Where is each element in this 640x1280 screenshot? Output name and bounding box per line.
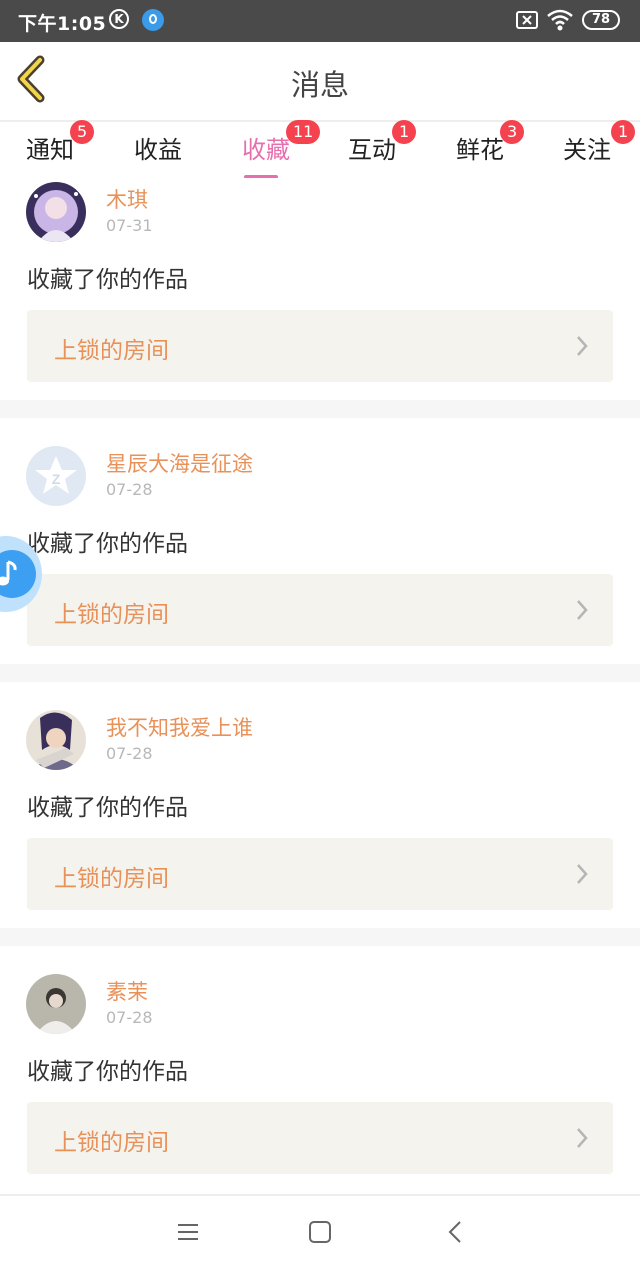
message-text: 收藏了你的作品 bbox=[27, 795, 188, 821]
tab-badge: 1 bbox=[392, 120, 417, 144]
user-name[interactable]: 木琪 bbox=[106, 184, 148, 214]
tab-interactions[interactable]: 互动 1 bbox=[348, 120, 417, 165]
tab-badge: 3 bbox=[500, 120, 525, 144]
tab-label: 鲜花 bbox=[456, 136, 504, 164]
message-item: 我不知我爱上谁 07-28 收藏了你的作品 上锁的房间 bbox=[0, 706, 640, 928]
tab-flowers[interactable]: 鲜花 3 bbox=[456, 120, 525, 165]
tab-bar: 通知 5 收益 收藏 11 互动 1 鲜花 3 关注 1 bbox=[0, 120, 640, 179]
menu-button[interactable] bbox=[176, 1220, 200, 1248]
menu-icon bbox=[178, 1224, 198, 1240]
work-link-card[interactable]: 上锁的房间 bbox=[27, 574, 613, 646]
message-item: 素茉 07-28 收藏了你的作品 上锁的房间 bbox=[0, 970, 640, 1192]
header: 消息 bbox=[0, 42, 640, 120]
work-title: 上锁的房间 bbox=[54, 602, 169, 628]
user-name[interactable]: 素茉 bbox=[106, 976, 148, 1006]
message-date: 07-28 bbox=[106, 1008, 153, 1027]
status-time: 下午1:05 bbox=[18, 13, 107, 35]
tab-follows[interactable]: 关注 1 bbox=[563, 120, 636, 165]
status-bar: 下午1:05 K 78 bbox=[0, 0, 640, 42]
chevron-right-icon bbox=[577, 1128, 588, 1148]
wifi-icon bbox=[547, 8, 573, 36]
tab-favorites[interactable]: 收藏 11 bbox=[242, 120, 321, 179]
work-link-card[interactable]: 上锁的房间 bbox=[27, 310, 613, 382]
k-app-icon: K bbox=[109, 9, 129, 29]
message-text: 收藏了你的作品 bbox=[27, 1059, 188, 1085]
work-link-card[interactable]: 上锁的房间 bbox=[27, 1102, 613, 1174]
tab-badge: 1 bbox=[611, 120, 636, 144]
battery-indicator: 78 bbox=[582, 10, 620, 30]
back-nav-button[interactable] bbox=[444, 1220, 468, 1248]
message-text: 收藏了你的作品 bbox=[27, 531, 188, 557]
message-item: 木琪 07-31 收藏了你的作品 上锁的房间 bbox=[0, 178, 640, 400]
tab-label: 通知 bbox=[26, 136, 74, 164]
system-nav-bar bbox=[0, 1196, 640, 1280]
page-title: 消息 bbox=[290, 68, 349, 102]
divider bbox=[0, 400, 640, 418]
chevron-right-icon bbox=[577, 336, 588, 356]
screen: 下午1:05 K 78 消息 通知 5 收益 收藏 11 互动 1 鲜花 3 关… bbox=[0, 0, 640, 1280]
tab-badge: 5 bbox=[70, 120, 95, 144]
divider bbox=[0, 664, 640, 682]
tab-earnings[interactable]: 收益 bbox=[134, 130, 182, 165]
divider bbox=[0, 928, 640, 946]
tab-label: 收藏 bbox=[242, 136, 290, 164]
sim-card-icon bbox=[516, 11, 538, 29]
message-date: 07-28 bbox=[106, 480, 153, 499]
avatar[interactable] bbox=[26, 182, 86, 242]
tab-notifications[interactable]: 通知 5 bbox=[26, 120, 95, 165]
music-note-icon bbox=[0, 550, 36, 598]
message-date: 07-28 bbox=[106, 744, 153, 763]
message-date: 07-31 bbox=[106, 216, 153, 235]
chevron-left-icon bbox=[448, 1221, 461, 1243]
tab-badge: 11 bbox=[286, 120, 321, 144]
work-link-card[interactable]: 上锁的房间 bbox=[27, 838, 613, 910]
tab-label: 关注 bbox=[563, 136, 611, 164]
svg-text:Z: Z bbox=[52, 471, 61, 487]
avatar[interactable] bbox=[26, 710, 86, 770]
chevron-right-icon bbox=[577, 600, 588, 620]
avatar[interactable]: Z bbox=[26, 446, 86, 506]
user-name[interactable]: 星辰大海是征途 bbox=[106, 448, 253, 478]
work-title: 上锁的房间 bbox=[54, 866, 169, 892]
message-item: Z 星辰大海是征途 07-28 收藏了你的作品 上锁的房间 bbox=[0, 442, 640, 664]
tab-label: 互动 bbox=[348, 136, 396, 164]
message-text: 收藏了你的作品 bbox=[27, 267, 188, 293]
square-icon bbox=[309, 1221, 331, 1243]
tab-label: 收益 bbox=[134, 136, 182, 164]
home-button[interactable] bbox=[308, 1220, 332, 1248]
app-notification-icon bbox=[142, 9, 164, 31]
work-title: 上锁的房间 bbox=[54, 338, 169, 364]
chevron-right-icon bbox=[577, 864, 588, 884]
work-title: 上锁的房间 bbox=[54, 1130, 169, 1156]
avatar[interactable] bbox=[26, 974, 86, 1034]
user-name[interactable]: 我不知我爱上谁 bbox=[106, 712, 253, 742]
